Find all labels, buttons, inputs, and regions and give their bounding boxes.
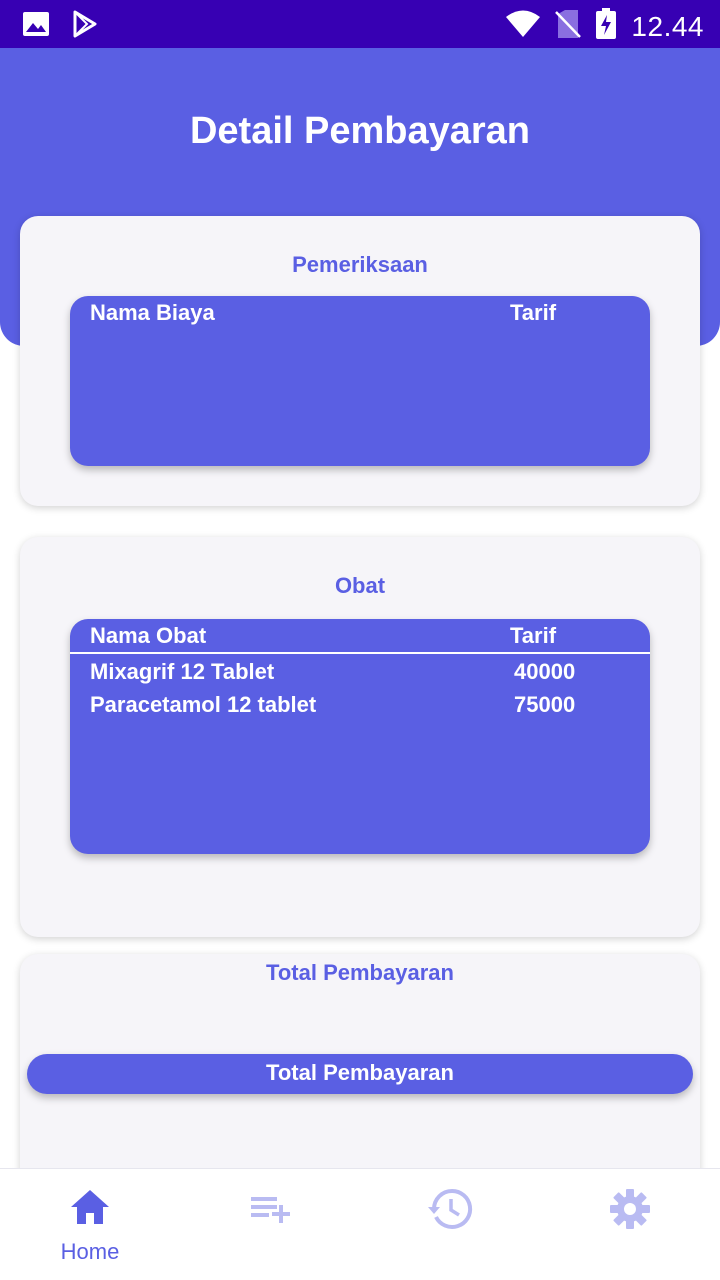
- obat-table: Nama Obat Tarif Mixagrif 12 Tablet 40000…: [70, 619, 650, 854]
- image-notification-icon: [22, 11, 50, 42]
- total-card: Total Pembayaran Total Pembayaran: [20, 954, 700, 1194]
- play-store-icon: [72, 10, 98, 43]
- no-sim-icon: [555, 9, 582, 44]
- table-row: Paracetamol 12 tablet 75000: [70, 692, 650, 724]
- column-header-tarif: Tarif: [510, 623, 557, 648]
- obat-tarif: 40000: [514, 659, 576, 684]
- bottom-navigation: Home: [0, 1168, 720, 1280]
- nav-item-settings[interactable]: [540, 1169, 720, 1280]
- total-title: Total Pembayaran: [266, 960, 454, 985]
- nav-item-history[interactable]: [360, 1169, 540, 1280]
- column-header-nama-biaya: Nama Biaya: [90, 300, 215, 325]
- status-time: 12.44: [631, 10, 704, 42]
- obat-title: Obat: [334, 573, 386, 598]
- wifi-icon: [505, 10, 541, 43]
- nav-item-add-list[interactable]: [180, 1169, 360, 1280]
- column-header-nama-obat: Nama Obat: [90, 623, 207, 648]
- gear-icon: [610, 1189, 650, 1229]
- status-bar: 12.44: [0, 0, 720, 48]
- obat-name: Paracetamol 12 tablet: [90, 692, 317, 717]
- table-row: Mixagrif 12 Tablet 40000: [70, 659, 650, 691]
- home-icon: [71, 1190, 109, 1224]
- total-pembayaran-button[interactable]: Total Pembayaran: [27, 1054, 693, 1094]
- pemeriksaan-title: Pemeriksaan: [292, 252, 428, 277]
- history-icon: [428, 1188, 473, 1229]
- column-header-tarif: Tarif: [510, 300, 557, 325]
- obat-tarif: 75000: [514, 692, 576, 717]
- nav-item-home[interactable]: Home: [0, 1169, 180, 1280]
- nav-label-home: Home: [60, 1239, 120, 1264]
- page-title: Detail Pembayaran: [189, 110, 531, 152]
- pemeriksaan-card: Pemeriksaan Nama Biaya Tarif: [20, 216, 700, 506]
- battery-charging-icon: [595, 8, 617, 45]
- header-divider: [70, 652, 650, 654]
- obat-name: Mixagrif 12 Tablet: [90, 659, 275, 684]
- pemeriksaan-table: Nama Biaya Tarif: [70, 296, 650, 466]
- obat-card: Obat Nama Obat Tarif Mixagrif 12 Tablet …: [20, 537, 700, 937]
- playlist-add-icon: [251, 1197, 290, 1223]
